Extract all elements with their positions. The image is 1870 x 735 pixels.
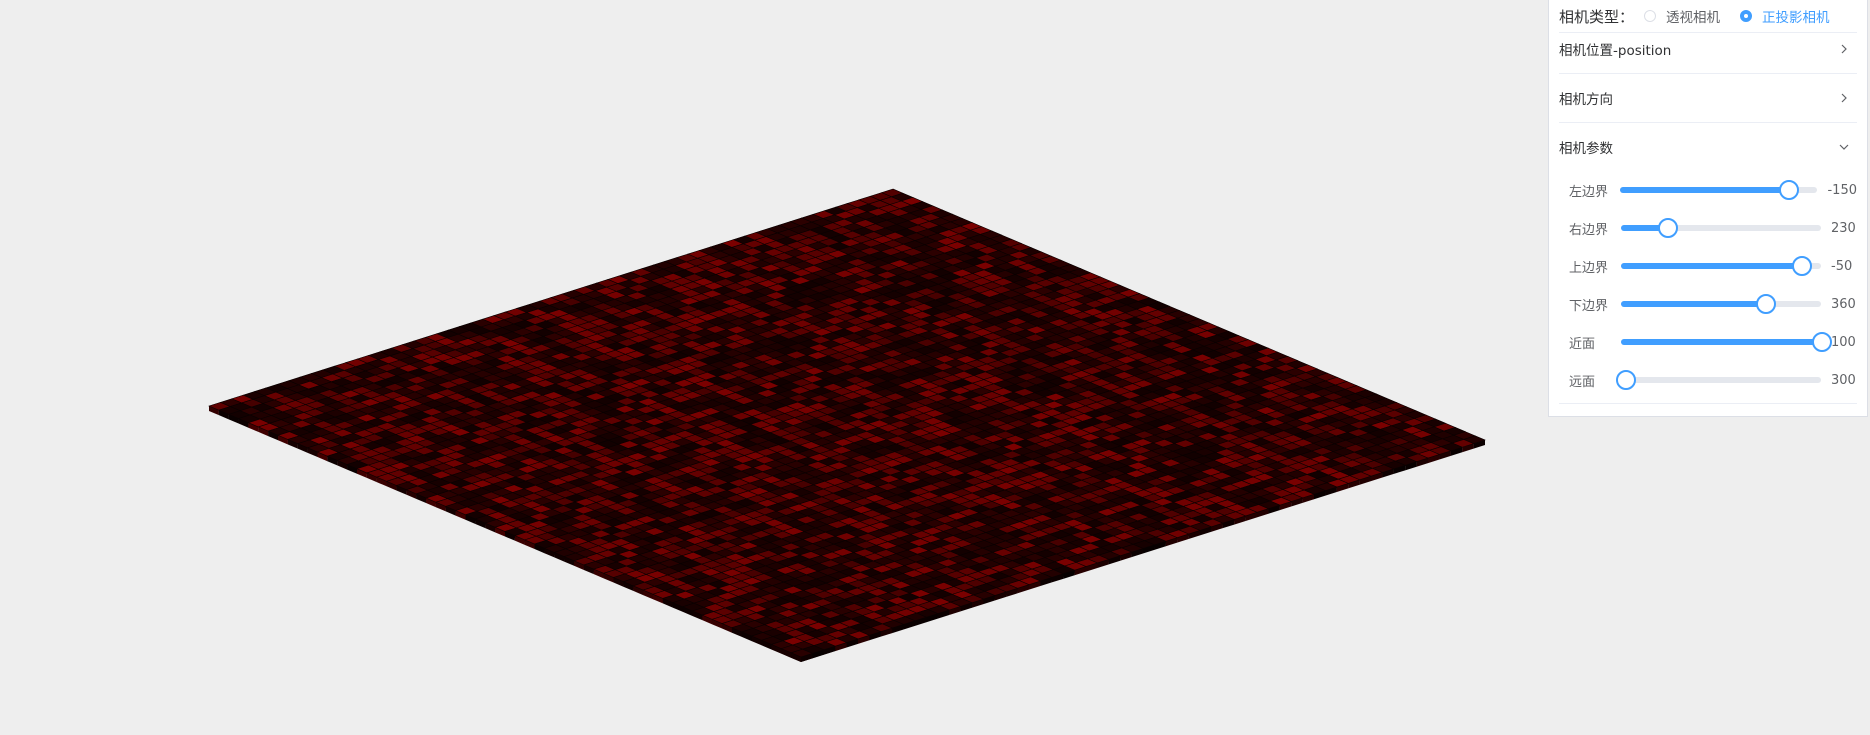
slider-value: 360 xyxy=(1831,296,1856,312)
slider-label: 远面 xyxy=(1569,374,1596,390)
slider-row: 上边界 -50 xyxy=(1559,247,1857,285)
slider-label: 右边界 xyxy=(1569,222,1609,238)
radio-checked-circle-icon[interactable] xyxy=(1740,10,1753,22)
slider-track[interactable] xyxy=(1621,332,1832,352)
camera-type-label: 相机类型： xyxy=(1559,7,1635,26)
radio-orthographic-label[interactable]: 正投影相机 xyxy=(1762,6,1830,26)
chevron-right-icon xyxy=(1839,44,1849,54)
slider-row: 右边界 230 xyxy=(1559,209,1857,247)
slider-track[interactable] xyxy=(1621,294,1821,314)
slider-thumb[interactable] xyxy=(1658,218,1678,238)
slider-track[interactable] xyxy=(1620,180,1818,200)
section-camera-position-title: 相机位置-position xyxy=(1559,43,1672,59)
slider-fill xyxy=(1621,339,1821,345)
section-camera-direction-title: 相机方向 xyxy=(1559,92,1613,108)
camera-params-sliders: 左边界 -150 右边界 230 上边界 -50 下边界 360 近面 100 远面 300 xyxy=(1559,171,1857,404)
slider-value: 230 xyxy=(1831,220,1856,236)
slider-track[interactable] xyxy=(1616,370,1821,390)
chevron-right-icon xyxy=(1839,93,1849,103)
slider-thumb[interactable] xyxy=(1616,370,1636,390)
slider-track[interactable] xyxy=(1621,218,1821,238)
slider-value: 100 xyxy=(1831,334,1856,350)
slider-row: 近面 100 xyxy=(1559,323,1857,361)
slider-value: 300 xyxy=(1831,372,1856,388)
section-camera-params-header[interactable]: 相机参数 xyxy=(1559,123,1857,171)
slider-fill xyxy=(1621,263,1801,269)
slider-thumb[interactable] xyxy=(1778,180,1799,200)
slider-thumb[interactable] xyxy=(1756,294,1776,314)
chevron-down-icon xyxy=(1839,142,1849,152)
slider-thumb[interactable] xyxy=(1792,256,1812,276)
slider-row: 下边界 360 xyxy=(1559,285,1857,323)
slider-label: 近面 xyxy=(1569,336,1596,352)
slider-value: -150 xyxy=(1827,182,1857,198)
radio-orthographic-camera[interactable]: 正投影相机 xyxy=(1740,6,1830,26)
slider-label: 上边界 xyxy=(1569,260,1609,276)
slider-row: 左边界 -150 xyxy=(1559,171,1857,209)
slider-track[interactable] xyxy=(1621,256,1821,276)
camera-control-panel: 相机类型： 透视相机 正投影相机 相机位置-position 相机方向 相机参数… xyxy=(1548,0,1868,417)
box-grid xyxy=(208,188,1486,662)
slider-row: 远面 300 xyxy=(1559,361,1857,399)
radio-circle-icon[interactable] xyxy=(1644,10,1657,22)
slider-thumb[interactable] xyxy=(1812,332,1832,352)
radio-perspective-label[interactable]: 透视相机 xyxy=(1666,6,1720,26)
slider-label: 左边界 xyxy=(1569,184,1609,200)
slider-fill xyxy=(1621,301,1765,307)
section-camera-params-title: 相机参数 xyxy=(1559,141,1613,157)
radio-perspective-camera[interactable]: 透视相机 xyxy=(1644,6,1720,26)
slider-fill xyxy=(1620,187,1788,193)
slider-value: -50 xyxy=(1831,258,1853,274)
section-camera-direction-header[interactable]: 相机方向 xyxy=(1559,74,1857,123)
section-camera-position-header[interactable]: 相机位置-position xyxy=(1559,25,1857,74)
slider-label: 下边界 xyxy=(1569,298,1609,314)
